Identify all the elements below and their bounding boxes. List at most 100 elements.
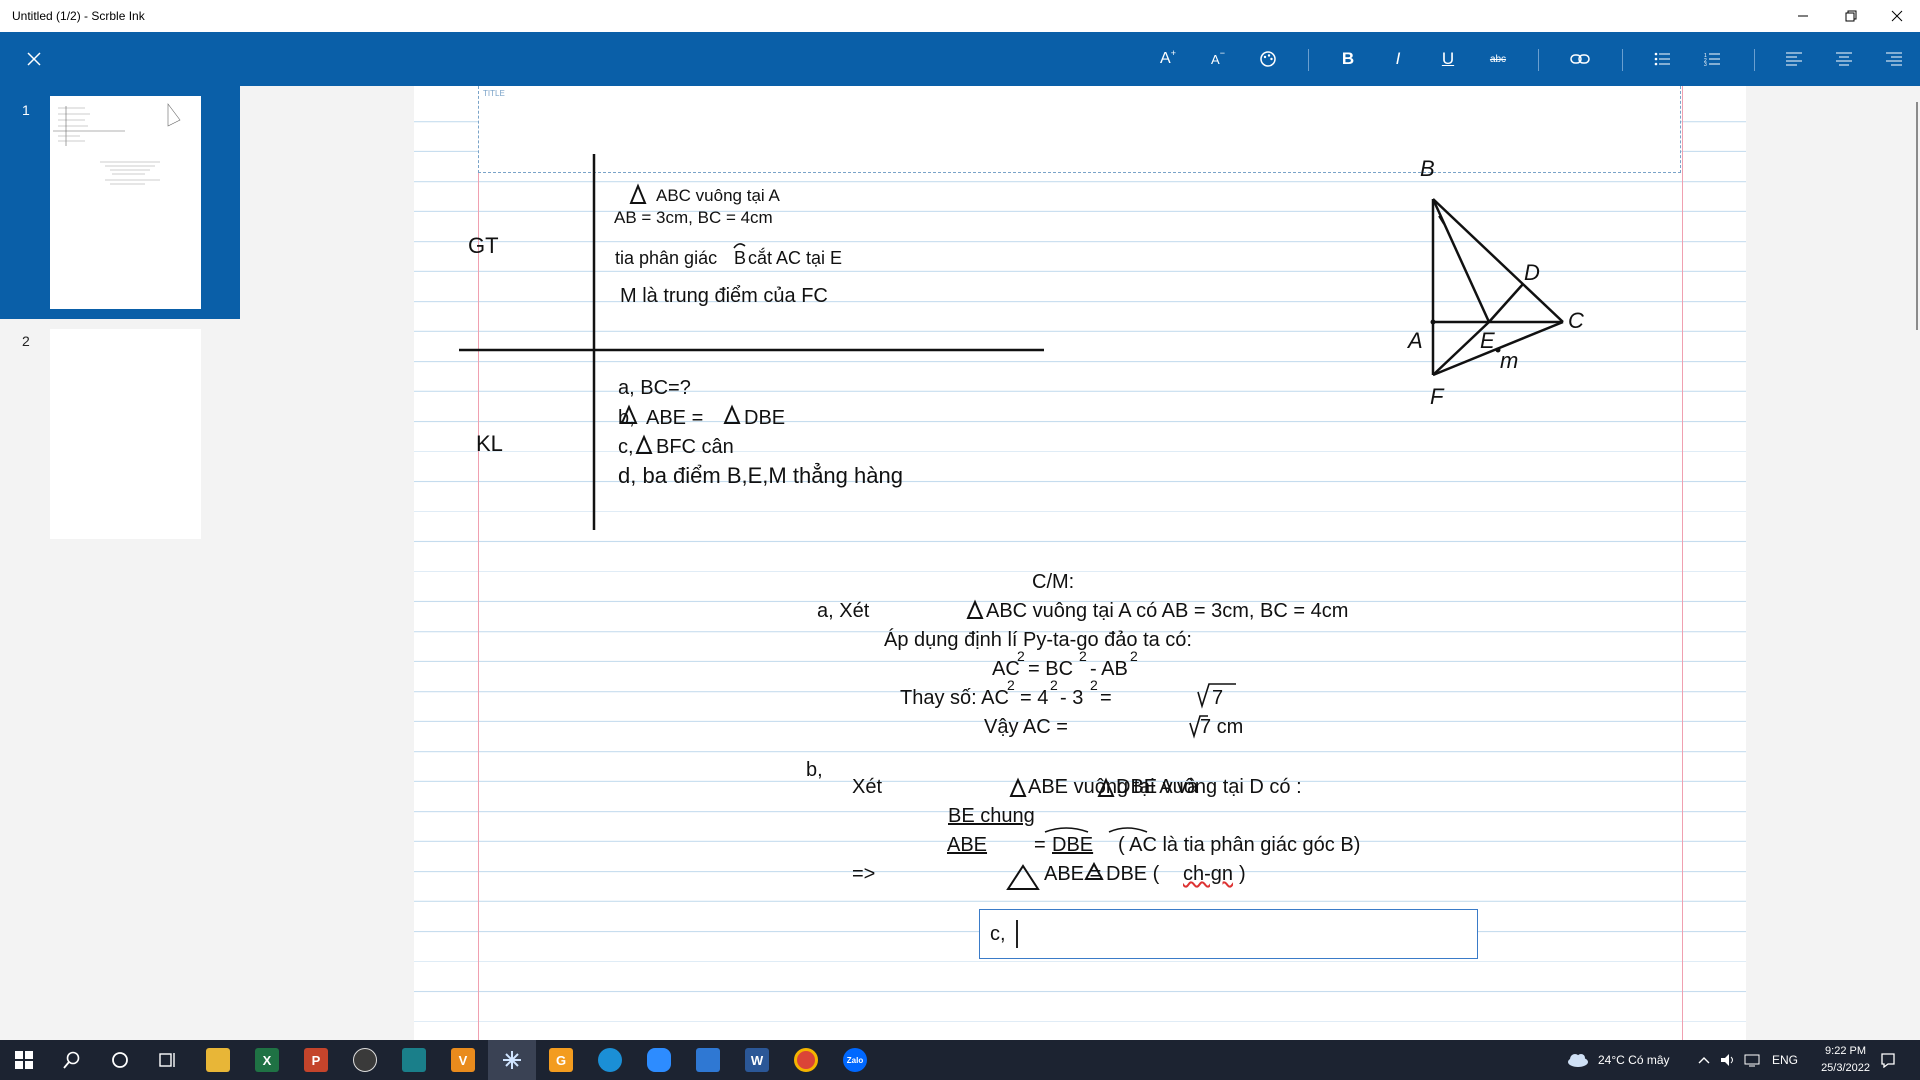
toolbar-divider	[1622, 49, 1623, 71]
close-panel-button[interactable]	[14, 32, 54, 86]
cortana-button[interactable]	[96, 1040, 144, 1080]
taskbar-app-zoom[interactable]	[635, 1040, 683, 1080]
align-center-button[interactable]	[1824, 32, 1864, 86]
exponent: 2	[1007, 677, 1015, 693]
align-left-button[interactable]	[1774, 32, 1814, 86]
app-window: Untitled (1/2) - Scrble Ink A+ A− B I	[0, 0, 1920, 1080]
taskbar-app-chrome[interactable]	[782, 1040, 830, 1080]
kl-line: c,	[618, 436, 634, 458]
proof-a-line: =	[1100, 687, 1112, 709]
vertical-scrollbar[interactable]	[1914, 86, 1920, 1040]
taskbar-app-excel[interactable]: X	[243, 1040, 291, 1080]
color-button[interactable]	[1248, 32, 1288, 86]
clock-date: 25/3/2022	[1821, 1062, 1870, 1074]
strikethrough-icon: abc	[1489, 53, 1507, 65]
scrollbar-thumb[interactable]	[1916, 102, 1918, 330]
proof-a-line: Thay số: AC	[900, 687, 1009, 709]
taskbar-app-edge[interactable]	[586, 1040, 634, 1080]
proof-a-line: Áp dụng định lí Py-ta-go đảo ta có:	[884, 629, 1192, 651]
gt-line: B	[734, 248, 747, 268]
proof-b-line: DBE (	[1106, 863, 1160, 885]
notebook-page[interactable]: TITLE GT KL ABC vuông tại A AB = 3cm, BC…	[414, 86, 1746, 1040]
figure-label-m: m	[1500, 348, 1519, 373]
page-preview	[50, 96, 201, 309]
link-button[interactable]	[1560, 32, 1600, 86]
obs-icon	[353, 1048, 377, 1072]
show-hidden-icons-button[interactable]	[1698, 1040, 1710, 1080]
close-window-button[interactable]	[1874, 0, 1920, 32]
excel-icon: X	[255, 1048, 279, 1072]
ribbon-toolbar: A + A − B I U abc 123	[0, 32, 1920, 86]
proof-a-line: - 3	[1060, 687, 1084, 709]
task-view-button[interactable]	[144, 1040, 192, 1080]
taskbar-app-obs[interactable]	[341, 1040, 389, 1080]
kl-line: d, ba điểm B,E,M thẳng hàng	[618, 463, 903, 488]
proof-a-line: AC	[992, 658, 1020, 680]
numbered-list-button[interactable]: 123	[1692, 32, 1732, 86]
align-right-icon	[1886, 52, 1902, 66]
triangle-symbol	[723, 404, 741, 424]
proof-b-line: Xét	[852, 776, 883, 798]
bullet-list-icon	[1654, 52, 1670, 66]
notifications-button[interactable]	[1880, 1040, 1896, 1080]
grow-font-button[interactable]: A +	[1148, 32, 1188, 86]
taskbar-app[interactable]	[390, 1040, 438, 1080]
proof-b-line: ch-gn	[1183, 863, 1234, 885]
align-right-button[interactable]	[1874, 32, 1914, 86]
notification-icon	[1881, 1053, 1895, 1068]
strikethrough-button[interactable]: abc	[1478, 32, 1518, 86]
underline-button[interactable]: U	[1428, 32, 1468, 86]
taskbar-app-vlc[interactable]: V	[439, 1040, 487, 1080]
clock[interactable]: 9:22 PM 25/3/2022	[1821, 1043, 1870, 1077]
kl-line: b,	[618, 407, 635, 429]
active-text-box[interactable]: c,	[979, 909, 1478, 959]
taskbar-app-scrble-ink[interactable]	[488, 1040, 536, 1080]
page-number: 1	[22, 102, 30, 118]
proof-b-line: )	[1239, 863, 1246, 885]
taskbar-app-g[interactable]: G	[537, 1040, 585, 1080]
taskbar-app-word[interactable]: W	[733, 1040, 781, 1080]
taskbar-app-zalo[interactable]: Zalo	[831, 1040, 879, 1080]
toolbar-divider	[1754, 49, 1755, 71]
taskbar-app-store[interactable]	[684, 1040, 732, 1080]
taskbar-app-file-explorer[interactable]	[194, 1040, 242, 1080]
align-center-icon	[1836, 52, 1852, 66]
bold-button[interactable]: B	[1328, 32, 1368, 86]
shrink-font-button[interactable]: A −	[1198, 32, 1238, 86]
italic-button[interactable]: I	[1378, 32, 1418, 86]
figure-label-b: B	[1420, 156, 1435, 181]
restore-button[interactable]	[1828, 0, 1874, 32]
search-button[interactable]	[48, 1040, 96, 1080]
text-caret	[1016, 920, 1018, 948]
start-button[interactable]	[0, 1040, 48, 1080]
triangle-figure	[1430, 198, 1564, 377]
network-button[interactable]	[1744, 1040, 1760, 1080]
figure-label-d: D	[1524, 260, 1540, 285]
proof-b-line: DBE	[1052, 834, 1094, 856]
volume-button[interactable]	[1720, 1040, 1736, 1080]
close-icon	[1891, 10, 1903, 22]
vlc-icon: V	[451, 1048, 475, 1072]
powerpoint-icon: P	[304, 1048, 328, 1072]
figure-label-a: A	[1408, 328, 1423, 353]
page-preview	[50, 329, 201, 539]
gt-line: cắt AC tại E	[748, 248, 843, 268]
gt-line: M là trung điểm của FC	[620, 285, 828, 307]
proof-b-line: DBE vuông tại D có :	[1116, 776, 1302, 798]
taskbar-app-powerpoint[interactable]: P	[292, 1040, 340, 1080]
page-thumbnail-1[interactable]: 1	[0, 86, 240, 319]
taskbar: X P V G W Zalo 24°C Có mây ENG 9:22 PM 2…	[0, 1040, 1920, 1080]
restore-icon	[1845, 10, 1857, 22]
minimize-button[interactable]	[1780, 0, 1826, 32]
page-preview-sketch	[53, 103, 181, 185]
word-icon: W	[745, 1048, 769, 1072]
page-thumbnail-2[interactable]: 2	[0, 319, 240, 549]
toolbar-divider	[1538, 49, 1539, 71]
language-indicator[interactable]: ENG	[1772, 1040, 1798, 1080]
workspace: TITLE GT KL ABC vuông tại A AB = 3cm, BC…	[240, 86, 1920, 1040]
kl-line: DBE	[744, 407, 786, 429]
minimize-icon	[1798, 15, 1808, 17]
bullet-list-button[interactable]	[1642, 32, 1682, 86]
shrink-font-icon: A	[1211, 51, 1220, 67]
weather-widget[interactable]: 24°C Có mây	[1566, 1040, 1670, 1080]
